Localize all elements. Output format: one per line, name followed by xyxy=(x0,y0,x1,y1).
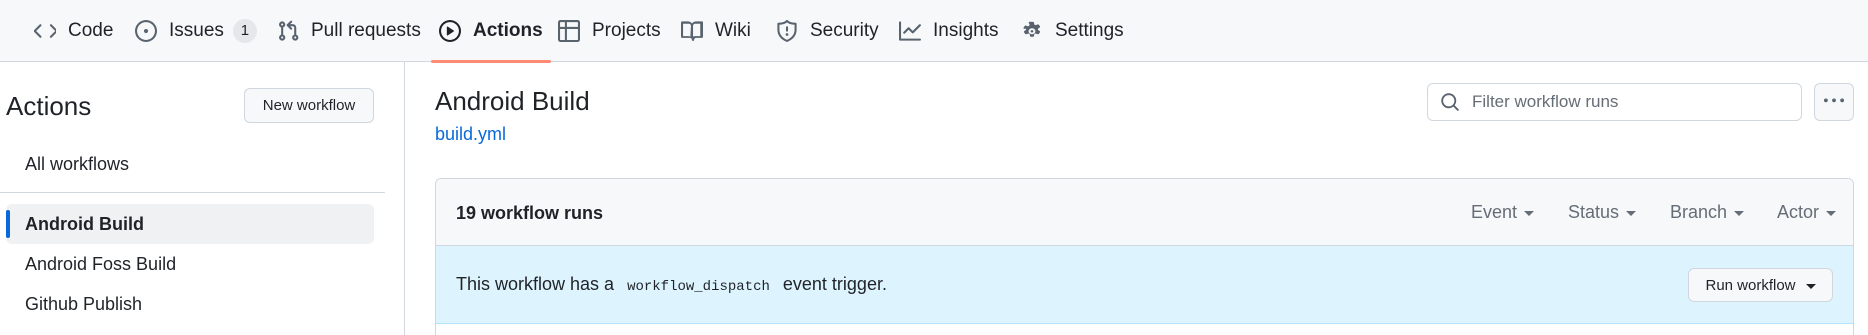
gear-icon xyxy=(1021,20,1043,42)
tab-security-label: Security xyxy=(810,20,879,41)
tab-projects-label: Projects xyxy=(592,20,661,41)
tab-code[interactable]: Code xyxy=(34,0,113,62)
filter-status-dropdown[interactable]: Status xyxy=(1568,202,1637,223)
filter-input[interactable] xyxy=(1472,92,1792,112)
tab-security[interactable]: Security xyxy=(776,0,879,62)
code-icon xyxy=(34,20,56,42)
tab-insights[interactable]: Insights xyxy=(899,0,998,62)
dispatch-message: This workflow has a workflow_dispatch ev… xyxy=(456,274,887,295)
sidebar-item-android-build[interactable]: Android Build xyxy=(25,214,144,235)
dispatch-text-after: event trigger. xyxy=(777,274,887,294)
chevron-down-icon xyxy=(1626,211,1637,216)
workflow-dispatch-banner: This workflow has a workflow_dispatch ev… xyxy=(436,246,1853,324)
run-workflow-button[interactable]: Run workflow xyxy=(1688,268,1833,302)
tab-code-label: Code xyxy=(68,20,114,41)
actions-sidebar: Actions New workflow All workflows Andro… xyxy=(0,62,405,335)
tab-pull-requests-label: Pull requests xyxy=(311,20,421,41)
workflow-title: Android Build xyxy=(435,86,590,116)
filter-actor-dropdown[interactable]: Actor xyxy=(1777,202,1837,223)
chevron-down-icon xyxy=(1805,283,1816,289)
workflow-file-link[interactable]: build.yml xyxy=(435,124,506,145)
tab-insights-label: Insights xyxy=(933,20,999,41)
chevron-down-icon xyxy=(1826,211,1837,216)
repo-nav: Code Issues 1 Pull requests Actions Proj… xyxy=(0,0,1868,63)
runs-count: 19 workflow runs xyxy=(456,203,604,223)
tab-settings-label: Settings xyxy=(1055,20,1124,41)
tab-wiki[interactable]: Wiki xyxy=(681,0,751,62)
tab-settings[interactable]: Settings xyxy=(1021,0,1124,62)
table-icon xyxy=(558,20,580,42)
filter-workflow-runs[interactable] xyxy=(1427,83,1802,121)
issue-icon xyxy=(135,20,157,42)
tab-actions-label: Actions xyxy=(473,20,543,41)
tab-projects[interactable]: Projects xyxy=(558,0,661,62)
filter-event-label: Event xyxy=(1471,202,1518,222)
sidebar-divider xyxy=(0,192,385,193)
filter-branch-label: Branch xyxy=(1670,202,1728,222)
book-icon xyxy=(681,20,703,42)
tab-wiki-label: Wiki xyxy=(715,20,751,41)
tab-issues-label: Issues xyxy=(169,20,224,41)
run-workflow-label: Run workflow xyxy=(1705,276,1796,294)
dispatch-code: workflow_dispatch xyxy=(627,279,770,295)
runs-header: 19 workflow runs Event Status Branch Act… xyxy=(436,179,1853,246)
sidebar-title: Actions xyxy=(6,91,92,121)
kebab-horizontal-icon xyxy=(1824,91,1844,114)
sidebar-selected-indicator xyxy=(6,210,10,238)
tab-actions[interactable]: Actions xyxy=(431,0,551,63)
all-workflows-link[interactable]: All workflows xyxy=(25,154,129,175)
filter-actor-label: Actor xyxy=(1777,202,1820,222)
play-icon xyxy=(439,20,461,42)
sidebar-item-github-publish[interactable]: Github Publish xyxy=(25,294,142,315)
tab-pull-requests[interactable]: Pull requests xyxy=(277,0,421,62)
filter-branch-dropdown[interactable]: Branch xyxy=(1670,202,1745,223)
filter-status-label: Status xyxy=(1568,202,1620,222)
search-icon xyxy=(1440,92,1460,112)
tab-issues[interactable]: Issues 1 xyxy=(135,0,257,62)
more-options-button[interactable] xyxy=(1814,83,1854,121)
graph-icon xyxy=(899,20,921,42)
new-workflow-button[interactable]: New workflow xyxy=(244,88,374,123)
sidebar-item-android-foss-build[interactable]: Android Foss Build xyxy=(25,254,176,275)
shield-icon xyxy=(776,20,798,42)
workflow-runs-box: 19 workflow runs Event Status Branch Act… xyxy=(435,178,1854,335)
chevron-down-icon xyxy=(1524,211,1535,216)
issues-counter: 1 xyxy=(232,19,257,43)
dispatch-text-before: This workflow has a xyxy=(456,274,620,294)
filter-event-dropdown[interactable]: Event xyxy=(1471,202,1535,223)
chevron-down-icon xyxy=(1734,211,1745,216)
pull-request-icon xyxy=(277,20,299,42)
